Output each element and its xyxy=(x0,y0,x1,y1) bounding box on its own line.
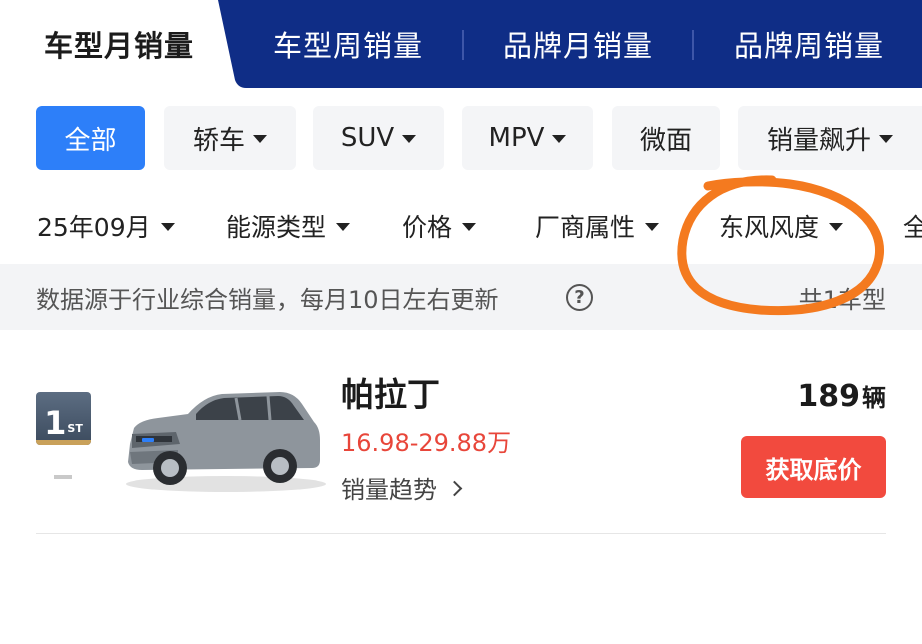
filter-label: 东风风度 xyxy=(719,213,820,242)
filter-label: 厂商属性 xyxy=(535,213,636,242)
tab-model-weekly-sales[interactable]: 车型周销量 xyxy=(244,0,452,88)
category-chip-label: 销量飙升 xyxy=(766,125,871,156)
category-chip-minivan[interactable]: 微面 xyxy=(612,106,720,170)
filter-brand[interactable]: 东风风度 xyxy=(719,204,844,248)
filter-manufacturer-type[interactable]: 厂商属性 xyxy=(535,204,660,248)
category-chip-label: 轿车 xyxy=(192,125,245,156)
filter-more[interactable]: 全 xyxy=(903,204,922,248)
result-count: 共1车型 xyxy=(798,285,886,314)
category-chip-label: SUV xyxy=(340,123,395,153)
car-price-range: 16.98-29.88万 xyxy=(341,429,512,457)
rank-badge-bar xyxy=(36,440,91,445)
caret-down-icon xyxy=(336,223,351,231)
caret-down-icon xyxy=(879,135,893,143)
tab-brand-weekly-sales[interactable]: 品牌周销量 xyxy=(702,0,916,88)
caret-down-icon xyxy=(829,223,844,231)
filter-label: 能源类型 xyxy=(226,213,327,242)
caret-down-icon xyxy=(253,135,267,143)
caret-down-icon xyxy=(402,135,417,143)
filter-label: 全 xyxy=(903,213,922,242)
tab-model-monthly-sales[interactable]: 车型月销量 xyxy=(14,0,224,88)
category-chip-all[interactable]: 全部 xyxy=(36,106,145,170)
tab-divider xyxy=(692,30,694,60)
help-icon[interactable]: ? xyxy=(566,284,593,311)
filter-month[interactable]: 25年09月 xyxy=(37,204,175,248)
rank-badge: 1 ST xyxy=(36,392,91,445)
category-chip-label: 全部 xyxy=(64,125,117,156)
rank-suffix: ST xyxy=(67,422,83,435)
car-model-name[interactable]: 帕拉丁 xyxy=(341,368,440,416)
filter-price[interactable]: 价格 xyxy=(402,204,477,248)
caret-down-icon xyxy=(552,135,567,143)
category-chip-suv[interactable]: SUV xyxy=(313,106,444,170)
filter-label: 价格 xyxy=(402,213,453,242)
filter-label: 25年09月 xyxy=(37,213,151,242)
sales-volume-unit: 辆 xyxy=(862,384,886,412)
tab-bar: 车型月销量 车型周销量 品牌月销量 品牌周销量 xyxy=(0,0,922,88)
category-chip-label: 微面 xyxy=(639,125,692,156)
sales-volume-value: 189 xyxy=(797,379,860,414)
caret-down-icon xyxy=(160,223,175,231)
tab-brand-monthly-sales[interactable]: 品牌月销量 xyxy=(474,0,682,88)
tab-divider xyxy=(462,30,464,60)
filter-energy-type[interactable]: 能源类型 xyxy=(226,204,351,248)
sales-trend-link[interactable]: 销量趋势 xyxy=(341,470,463,505)
caret-down-icon xyxy=(462,223,477,231)
sales-volume: 189辆 xyxy=(797,378,886,414)
caret-down-icon xyxy=(645,223,660,231)
list-divider xyxy=(36,533,886,534)
sales-trend-label: 销量趋势 xyxy=(341,476,437,504)
category-chip-sales-surge[interactable]: 销量飙升 xyxy=(738,106,922,170)
category-chip-mpv[interactable]: MPV xyxy=(462,106,593,170)
category-chip-label: MPV xyxy=(488,123,545,153)
data-source-note: 数据源于行业综合销量，每月10日左右更新 xyxy=(36,285,499,314)
category-chip-sedan[interactable]: 轿车 xyxy=(164,106,296,170)
rank-unchanged-icon xyxy=(54,475,72,479)
rank-number: 1 xyxy=(44,404,67,442)
chevron-right-icon xyxy=(446,480,463,497)
get-lowest-price-button[interactable]: 获取底价 xyxy=(741,436,886,498)
car-image xyxy=(126,392,326,492)
